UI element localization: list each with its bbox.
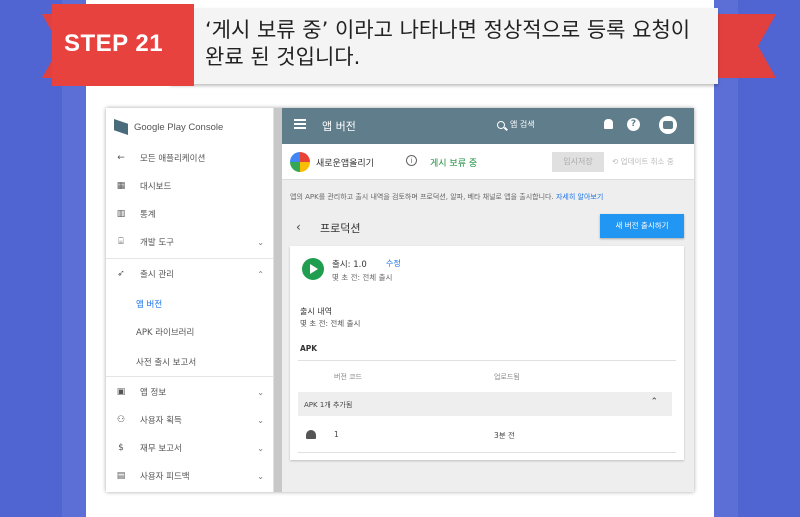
- column-header-version-code: 버전 코드: [334, 373, 362, 381]
- chevron-up-icon: ⌃: [257, 269, 264, 279]
- sidebar-item-all-apps[interactable]: ← 모든 애플리케이션: [106, 144, 274, 172]
- banner-instruction: ‘게시 보류 중’ 이라고 나타나면 정상적으로 등록 요청이 완료 된 것입니…: [205, 17, 705, 71]
- sidebar-item-release-management[interactable]: ➶ 출시 관리 ⌃: [106, 260, 274, 288]
- apk-group-row[interactable]: APK 1개 추가됨 ⌃: [298, 392, 672, 416]
- sidebar-item-label: 모든 애플리케이션: [140, 154, 206, 164]
- publishing-status: 게시 보류 중: [430, 159, 478, 169]
- apk-group-label: APK 1개 추가됨: [304, 401, 353, 409]
- store-icon: ▣: [116, 387, 126, 397]
- dev-tools-icon: ⌸: [118, 237, 124, 247]
- main-content: 앱 버전 앱 검색 ? 새로운앱올리기 i 게시 보류 중 임시저장 ⟲ 업데이…: [282, 108, 694, 492]
- user-add-icon: ⚇: [116, 415, 126, 425]
- feedback-icon: ▤: [116, 471, 126, 481]
- discard-update-button[interactable]: ⟲ 업데이트 취소 중: [612, 156, 674, 167]
- sidebar-item-user-acquisition[interactable]: ⚇ 사용자 획득 ⌄: [106, 406, 274, 434]
- sidebar-item-dev-tools[interactable]: ⌸ 개발 도구 ⌄: [106, 228, 274, 256]
- play-console-screenshot: Google Play Console ← 모든 애플리케이션 ▦ 대시보드 ▥…: [106, 108, 694, 492]
- sidebar: Google Play Console ← 모든 애플리케이션 ▦ 대시보드 ▥…: [106, 108, 274, 492]
- column-header-uploaded: 업로드됨: [494, 373, 520, 381]
- logo-text: Google Play Console: [134, 121, 224, 133]
- sidebar-item-store-presence[interactable]: ▣ 앱 정보 ⌄: [106, 378, 274, 406]
- stats-icon: ▥: [116, 209, 126, 219]
- sidebar-subitem-pre-launch-report[interactable]: 사전 출시 보고서: [136, 356, 196, 368]
- track-title: 프로덕션: [320, 222, 361, 235]
- play-store-icon: [302, 258, 324, 280]
- app-name: 새로운앱올리기: [316, 159, 374, 169]
- sidebar-item-financial-reports[interactable]: $ 재무 보고서 ⌄: [106, 434, 274, 462]
- banner-line-2: 완료 된 것입니다.: [205, 45, 361, 69]
- page-title: 앱 버전: [322, 120, 356, 133]
- arrow-left-icon: ←: [117, 153, 125, 163]
- sidebar-item-label: 앱 정보: [140, 388, 167, 398]
- chevron-down-icon: ⌄: [257, 443, 264, 453]
- release-panel: 출시: 1.0 수정 몇 초 전: 전체 출시 출시 내역 몇 초 전: 전체 …: [290, 246, 684, 460]
- release-time: 몇 초 전: 전체 출시: [332, 273, 393, 282]
- sidebar-scrollbar[interactable]: [274, 108, 282, 492]
- edit-release-link[interactable]: 수정: [386, 258, 401, 269]
- menu-icon[interactable]: [294, 119, 306, 129]
- android-icon: [306, 430, 316, 439]
- sidebar-item-dashboard[interactable]: ▦ 대시보드: [106, 172, 274, 200]
- account-avatar[interactable]: [659, 116, 677, 134]
- search-placeholder: 앱 검색: [510, 120, 535, 129]
- dashboard-icon: ▦: [116, 181, 126, 191]
- chevron-down-icon: ⌄: [257, 415, 264, 425]
- history-time: 몇 초 전: 전체 출시: [300, 319, 361, 328]
- top-app-bar: 앱 버전 앱 검색 ?: [282, 108, 694, 144]
- sidebar-divider: [106, 258, 274, 259]
- sidebar-item-label: 재무 보고서: [140, 444, 182, 454]
- sidebar-item-user-feedback[interactable]: ▤ 사용자 피드백 ⌄: [106, 462, 274, 490]
- chevron-up-icon: ⌃: [650, 397, 658, 407]
- play-console-logo[interactable]: Google Play Console: [114, 116, 223, 138]
- search-icon: [497, 120, 505, 129]
- save-draft-button[interactable]: 임시저장: [552, 152, 604, 172]
- sidebar-subitem-app-releases[interactable]: 앱 버전: [136, 298, 162, 310]
- app-header: 새로운앱올리기 i 게시 보류 중 임시저장 ⟲ 업데이트 취소 중: [282, 144, 694, 180]
- back-arrow-icon[interactable]: ‹: [296, 220, 301, 234]
- sidebar-divider: [106, 376, 274, 377]
- sidebar-item-label: 대시보드: [140, 182, 172, 192]
- sidebar-item-label: 개발 도구: [140, 238, 174, 248]
- sidebar-item-label: 통계: [140, 210, 156, 220]
- table-cell-uploaded: 3분 전: [494, 431, 515, 440]
- chevron-down-icon: ⌄: [257, 471, 264, 481]
- discard-label: 업데이트 취소 중: [620, 157, 674, 166]
- learn-more-link[interactable]: 자세히 알아보기: [556, 193, 603, 201]
- sidebar-subitem-apk-library[interactable]: APK 라이브러리: [136, 326, 194, 338]
- help-icon[interactable]: ?: [627, 118, 640, 131]
- chevron-down-icon: ⌄: [257, 387, 264, 397]
- app-search[interactable]: 앱 검색: [497, 119, 535, 130]
- sidebar-item-stats[interactable]: ▥ 통계: [106, 200, 274, 228]
- app-icon: [290, 152, 310, 172]
- info-icon[interactable]: i: [406, 155, 417, 166]
- dollar-icon: $: [118, 443, 124, 453]
- rocket-icon: ➶: [117, 269, 125, 279]
- release-name: 출시: 1.0: [332, 260, 367, 270]
- chevron-down-icon: ⌄: [257, 237, 264, 247]
- sidebar-item-label: 사용자 획득: [140, 416, 182, 426]
- description-text: 앱의 APK를 관리하고 출시 내역을 검토하며 프로덕션, 알파, 베타 채널…: [290, 193, 554, 201]
- table-cell-version-code: 1: [334, 430, 339, 439]
- step-label: STEP 21: [64, 30, 164, 57]
- play-console-logo-icon: [114, 119, 128, 135]
- panel-divider: [298, 452, 676, 453]
- page-description: 앱의 APK를 관리하고 출시 내역을 검토하며 프로덕션, 알파, 베타 채널…: [290, 192, 603, 202]
- sidebar-item-label: 출시 관리: [140, 270, 174, 280]
- banner-line-1: ‘게시 보류 중’ 이라고 나타나면 정상적으로 등록 요청이: [205, 18, 691, 42]
- apk-section-label: APK: [300, 344, 318, 353]
- create-release-button[interactable]: 새 버전 출시하기: [600, 214, 684, 238]
- panel-divider: [298, 360, 676, 361]
- sidebar-item-label: 사용자 피드백: [140, 472, 190, 482]
- history-title: 출시 내역: [300, 307, 332, 316]
- notifications-bell-icon[interactable]: [604, 119, 613, 129]
